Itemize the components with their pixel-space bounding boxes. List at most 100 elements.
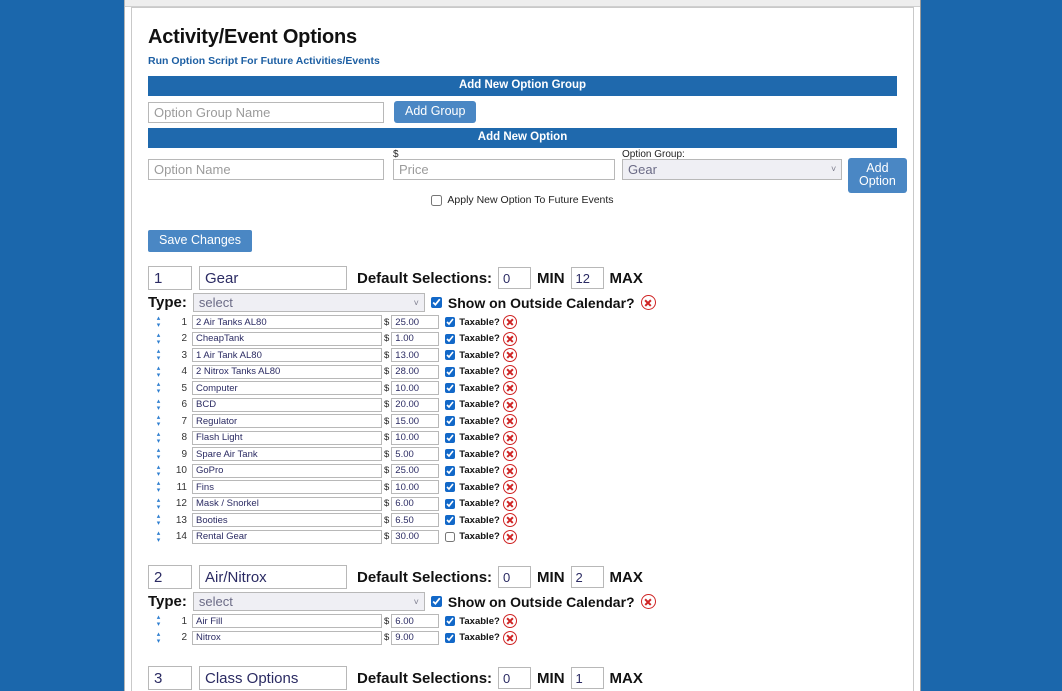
- drag-handle-icon[interactable]: ▴▾: [148, 398, 165, 412]
- option-row-taxable-checkbox[interactable]: [445, 515, 455, 525]
- option-row-name-input[interactable]: [192, 398, 382, 412]
- option-row-name-input[interactable]: [192, 381, 382, 395]
- drag-handle-icon[interactable]: ▴▾: [148, 431, 165, 445]
- drag-handle-icon[interactable]: ▴▾: [148, 381, 165, 395]
- option-row-taxable-checkbox[interactable]: [445, 499, 455, 509]
- option-row-price-input[interactable]: [391, 447, 439, 461]
- delete-option-icon[interactable]: [503, 614, 517, 628]
- apply-new-option-to-future-events-checkbox[interactable]: [431, 195, 442, 206]
- option-row-taxable-checkbox[interactable]: [445, 532, 455, 542]
- max-value-input[interactable]: [571, 667, 604, 689]
- default-selections-input[interactable]: [498, 667, 531, 689]
- drag-handle-icon[interactable]: ▴▾: [148, 464, 165, 478]
- option-row-price-input[interactable]: [391, 631, 439, 645]
- delete-option-icon[interactable]: [503, 348, 517, 362]
- option-row-price-input[interactable]: [391, 398, 439, 412]
- option-name-input[interactable]: [148, 159, 384, 180]
- option-row-name-input[interactable]: [192, 414, 382, 428]
- option-row-price-input[interactable]: [391, 480, 439, 494]
- option-row-price-input[interactable]: [391, 464, 439, 478]
- option-row-price-input[interactable]: [391, 348, 439, 362]
- delete-option-icon[interactable]: [503, 530, 517, 544]
- drag-handle-icon[interactable]: ▴▾: [148, 332, 165, 346]
- option-row-name-input[interactable]: [192, 332, 382, 346]
- option-row-taxable-checkbox[interactable]: [445, 400, 455, 410]
- drag-handle-icon[interactable]: ▴▾: [148, 513, 165, 527]
- max-value-input[interactable]: [571, 566, 604, 588]
- delete-option-icon[interactable]: [503, 414, 517, 428]
- delete-option-icon[interactable]: [503, 631, 517, 645]
- option-row-taxable-checkbox[interactable]: [445, 616, 455, 626]
- drag-handle-icon[interactable]: ▴▾: [148, 631, 165, 645]
- option-row-name-input[interactable]: [192, 348, 382, 362]
- group-number-input[interactable]: [148, 666, 192, 690]
- option-row-taxable-checkbox[interactable]: [445, 367, 455, 377]
- max-value-input[interactable]: [571, 267, 604, 289]
- option-row-name-input[interactable]: [192, 431, 382, 445]
- option-row-price-input[interactable]: [391, 315, 439, 329]
- drag-handle-icon[interactable]: ▴▾: [148, 447, 165, 461]
- delete-option-icon[interactable]: [503, 365, 517, 379]
- drag-handle-icon[interactable]: ▴▾: [148, 365, 165, 379]
- option-row-price-input[interactable]: [391, 381, 439, 395]
- delete-option-icon[interactable]: [503, 447, 517, 461]
- option-row-taxable-checkbox[interactable]: [445, 317, 455, 327]
- drag-handle-icon[interactable]: ▴▾: [148, 414, 165, 428]
- option-row-name-input[interactable]: [192, 497, 382, 511]
- option-row-taxable-checkbox[interactable]: [445, 449, 455, 459]
- run-option-script-link[interactable]: Run Option Script For Future Activities/…: [148, 55, 897, 67]
- default-selections-input[interactable]: [498, 566, 531, 588]
- group-type-select[interactable]: select: [193, 592, 425, 611]
- option-row-price-input[interactable]: [391, 497, 439, 511]
- add-option-button[interactable]: Add Option: [848, 158, 907, 193]
- option-price-input[interactable]: [393, 159, 615, 180]
- option-row-price-input[interactable]: [391, 614, 439, 628]
- add-group-button[interactable]: Add Group: [394, 101, 476, 123]
- drag-handle-icon[interactable]: ▴▾: [148, 497, 165, 511]
- delete-option-icon[interactable]: [503, 398, 517, 412]
- delete-group-icon[interactable]: [641, 295, 656, 310]
- option-row-name-input[interactable]: [192, 614, 382, 628]
- delete-option-icon[interactable]: [503, 315, 517, 329]
- delete-option-icon[interactable]: [503, 464, 517, 478]
- show-on-outside-calendar-checkbox[interactable]: [431, 596, 442, 607]
- delete-option-icon[interactable]: [503, 513, 517, 527]
- option-row-name-input[interactable]: [192, 365, 382, 379]
- drag-handle-icon[interactable]: ▴▾: [148, 315, 165, 329]
- group-name-input[interactable]: [199, 666, 347, 690]
- delete-option-icon[interactable]: [503, 497, 517, 511]
- option-row-taxable-checkbox[interactable]: [445, 416, 455, 426]
- option-row-price-input[interactable]: [391, 365, 439, 379]
- group-number-input[interactable]: [148, 565, 192, 589]
- option-row-taxable-checkbox[interactable]: [445, 433, 455, 443]
- option-row-name-input[interactable]: [192, 447, 382, 461]
- option-row-name-input[interactable]: [192, 480, 382, 494]
- option-row-taxable-checkbox[interactable]: [445, 383, 455, 393]
- option-row-name-input[interactable]: [192, 513, 382, 527]
- option-group-select[interactable]: Gear: [622, 159, 842, 180]
- delete-option-icon[interactable]: [503, 332, 517, 346]
- drag-handle-icon[interactable]: ▴▾: [148, 614, 165, 628]
- option-row-price-input[interactable]: [391, 414, 439, 428]
- drag-handle-icon[interactable]: ▴▾: [148, 480, 165, 494]
- drag-handle-icon[interactable]: ▴▾: [148, 348, 165, 362]
- group-type-select[interactable]: select: [193, 293, 425, 312]
- default-selections-input[interactable]: [498, 267, 531, 289]
- option-row-price-input[interactable]: [391, 332, 439, 346]
- save-changes-button[interactable]: Save Changes: [148, 230, 252, 252]
- option-row-name-input[interactable]: [192, 631, 382, 645]
- delete-group-icon[interactable]: [641, 594, 656, 609]
- delete-option-icon[interactable]: [503, 480, 517, 494]
- option-row-taxable-checkbox[interactable]: [445, 350, 455, 360]
- delete-option-icon[interactable]: [503, 381, 517, 395]
- option-row-taxable-checkbox[interactable]: [445, 633, 455, 643]
- option-row-price-input[interactable]: [391, 530, 439, 544]
- option-row-name-input[interactable]: [192, 464, 382, 478]
- group-name-input[interactable]: [199, 266, 347, 290]
- show-on-outside-calendar-checkbox[interactable]: [431, 297, 442, 308]
- delete-option-icon[interactable]: [503, 431, 517, 445]
- option-row-name-input[interactable]: [192, 530, 382, 544]
- option-group-name-input[interactable]: [148, 102, 384, 123]
- option-row-taxable-checkbox[interactable]: [445, 482, 455, 492]
- option-row-price-input[interactable]: [391, 431, 439, 445]
